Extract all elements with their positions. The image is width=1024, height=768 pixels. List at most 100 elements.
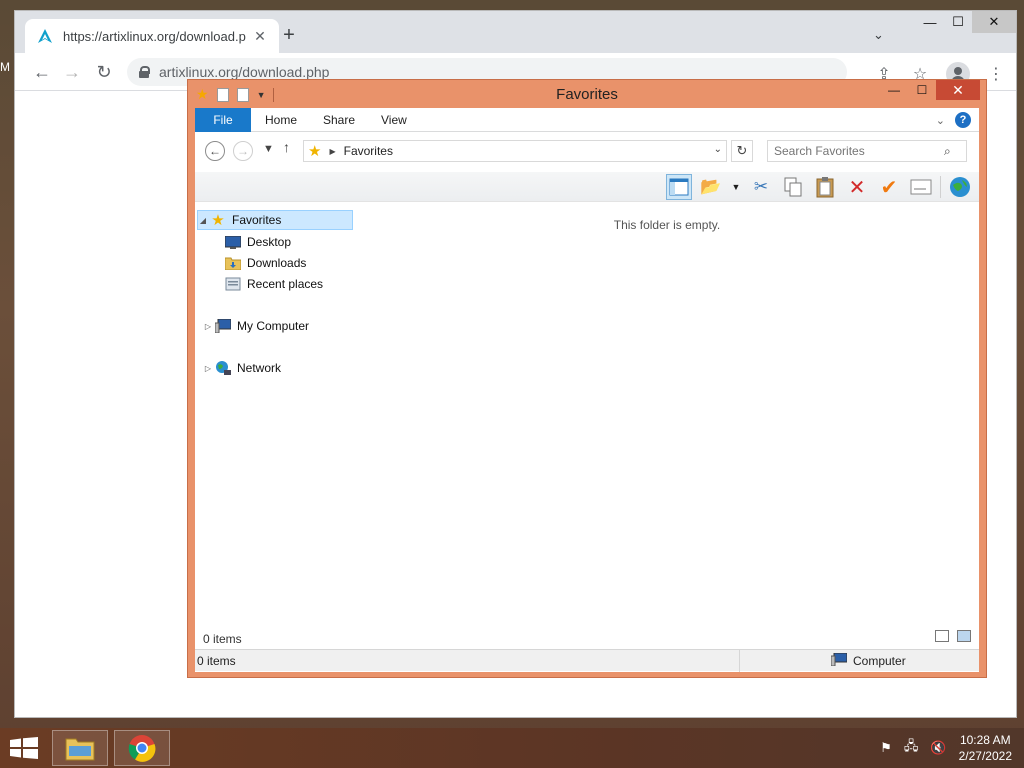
computer-icon	[215, 319, 231, 333]
status-divider	[739, 650, 740, 672]
new-tab-button[interactable]: +	[279, 25, 299, 45]
url-text[interactable]: artixlinux.org/download.php	[159, 64, 329, 80]
checkmark-icon[interactable]: ✔	[876, 174, 902, 200]
forward-button[interactable]: →	[233, 141, 253, 161]
delete-icon[interactable]: ✕	[844, 174, 870, 200]
lock-icon[interactable]	[139, 66, 150, 78]
browser-minimize-button[interactable]: —	[916, 11, 944, 33]
preview-pane-icon[interactable]	[666, 174, 692, 200]
desktop-icon	[225, 235, 241, 249]
expand-ribbon-chevron-icon[interactable]: ⌄	[936, 114, 945, 127]
tree-item-label: Network	[237, 361, 282, 375]
network-icon	[215, 360, 231, 375]
explorer-window: ★ ▼ Favorites — ☐ ✕ File Home Share View…	[187, 79, 987, 678]
action-center-flag-icon[interactable]: ⚑	[880, 740, 892, 756]
taskbar-chrome-button[interactable]	[114, 730, 170, 766]
status-item-count: 0 items	[197, 654, 236, 668]
window-title: Favorites	[556, 86, 618, 103]
tree-item-label: Favorites	[232, 213, 282, 227]
properties-card-icon[interactable]	[908, 174, 934, 200]
network-status-icon[interactable]: 🖧	[904, 737, 919, 759]
folder-options-icon[interactable]: 📂	[698, 174, 724, 200]
globe-icon[interactable]	[947, 174, 973, 200]
windows-start-icon[interactable]	[10, 737, 38, 759]
browser-tab[interactable]: https://artixlinux.org/download.p ✕	[25, 19, 279, 53]
reload-icon[interactable]: ↻	[93, 61, 115, 83]
search-icon[interactable]: ⌕	[944, 144, 951, 159]
expand-arrow-icon[interactable]: ▷	[203, 364, 213, 373]
browser-close-button[interactable]: ✕	[972, 11, 1016, 33]
empty-folder-message: This folder is empty.	[613, 218, 721, 232]
tree-item-my-computer[interactable]: ▷ My Computer	[203, 316, 309, 336]
copy-icon[interactable]	[780, 174, 806, 200]
breadcrumb-arrow-icon[interactable]: ▶	[329, 147, 335, 156]
item-count: 0 items	[203, 632, 242, 646]
address-row: ← → ▼ ↑ ★ ▶ Favorites ⌄ ↻ ⌕	[195, 136, 979, 166]
refresh-button[interactable]: ↻	[731, 140, 753, 162]
address-dropdown-icon[interactable]: ⌄	[714, 144, 722, 155]
tree-item-recent-places[interactable]: Recent places	[225, 274, 323, 294]
tree-item-label: Downloads	[247, 256, 307, 270]
cut-icon[interactable]: ✂	[748, 174, 774, 200]
explorer-maximize-button[interactable]: ☐	[908, 80, 936, 100]
help-icon[interactable]: ?	[955, 112, 971, 128]
search-input[interactable]	[774, 144, 944, 158]
tree-item-downloads[interactable]: Downloads	[225, 253, 306, 273]
system-tray: ⚑ 🖧 🔇 10:28 AM 2/27/2022	[880, 732, 1012, 764]
status-zone-label: Computer	[853, 654, 906, 668]
back-button[interactable]: ←	[205, 141, 225, 161]
favorites-star-icon: ★	[308, 143, 322, 160]
explorer-close-button[interactable]: ✕	[936, 80, 980, 100]
tree-item-favorites[interactable]: ◢ ★ Favorites	[197, 210, 353, 230]
address-box[interactable]: ★ ▶ Favorites ⌄	[303, 140, 727, 162]
taskbar-file-explorer-button[interactable]	[52, 730, 108, 766]
command-bar: 📂 ▼ ✂ ✕ ✔	[195, 172, 979, 202]
tree-item-network[interactable]: ▷ Network	[203, 358, 281, 378]
breadcrumb-favorites[interactable]: Favorites	[344, 144, 393, 158]
search-box[interactable]: ⌕	[767, 140, 967, 162]
tab-close-icon[interactable]: ✕	[251, 28, 269, 45]
large-icons-view-icon[interactable]	[957, 630, 971, 642]
tab-view[interactable]: View	[381, 108, 407, 132]
volume-muted-icon[interactable]: 🔇	[930, 740, 946, 756]
options-dropdown-icon[interactable]: ▼	[730, 174, 742, 200]
chrome-icon	[128, 735, 156, 762]
tab-title: https://artixlinux.org/download.p	[63, 28, 246, 44]
menu-kebab-icon[interactable]: ⋮	[986, 64, 1006, 84]
paste-icon[interactable]	[812, 174, 838, 200]
tab-file[interactable]: File	[195, 108, 251, 132]
clock[interactable]: 10:28 AM 2/27/2022	[959, 732, 1012, 764]
ribbon-right-controls: ⌄ ?	[936, 112, 971, 128]
expand-arrow-icon[interactable]: ▷	[203, 322, 213, 331]
downloads-folder-icon	[225, 256, 241, 270]
tab-share[interactable]: Share	[323, 108, 355, 132]
command-items: 📂 ▼ ✂ ✕ ✔	[666, 174, 973, 200]
tree-item-label: Recent places	[247, 277, 324, 291]
recent-locations-dropdown-icon[interactable]: ▼	[263, 143, 274, 155]
explorer-titlebar[interactable]: ★ ▼ Favorites — ☐ ✕	[188, 80, 986, 108]
taskbar: ⚑ 🖧 🔇 10:28 AM 2/27/2022	[0, 728, 1024, 768]
browser-tab-strip: https://artixlinux.org/download.p ✕ + ⌄ …	[15, 11, 1016, 53]
browser-window-controls: — ☐ ✕	[916, 11, 1016, 35]
forward-arrow-icon[interactable]: →	[61, 61, 83, 83]
tree-item-desktop[interactable]: Desktop	[225, 232, 291, 252]
computer-icon	[830, 652, 848, 669]
status-bar: 0 items Computer	[195, 649, 979, 672]
details-view-icon[interactable]	[935, 630, 949, 642]
up-arrow-icon[interactable]: ↑	[283, 139, 290, 155]
browser-maximize-button[interactable]: ☐	[944, 11, 972, 33]
clock-time: 10:28 AM	[959, 733, 1011, 747]
view-toggle-group	[935, 630, 971, 642]
collapse-arrow-icon[interactable]: ◢	[198, 216, 208, 225]
explorer-minimize-button[interactable]: —	[880, 80, 908, 100]
status-zone: Computer	[830, 652, 906, 669]
clock-date: 2/27/2022	[958, 749, 1012, 763]
desktop-edge-text: M	[0, 60, 10, 74]
file-explorer-icon	[65, 738, 95, 761]
tab-home[interactable]: Home	[265, 108, 297, 132]
content-pane[interactable]: This folder is empty.	[355, 208, 979, 628]
back-arrow-icon[interactable]: ←	[31, 61, 53, 83]
tab-search-chevron-icon[interactable]: ⌄	[873, 27, 884, 43]
tree-item-label: Desktop	[247, 235, 292, 249]
command-separator	[940, 176, 941, 198]
